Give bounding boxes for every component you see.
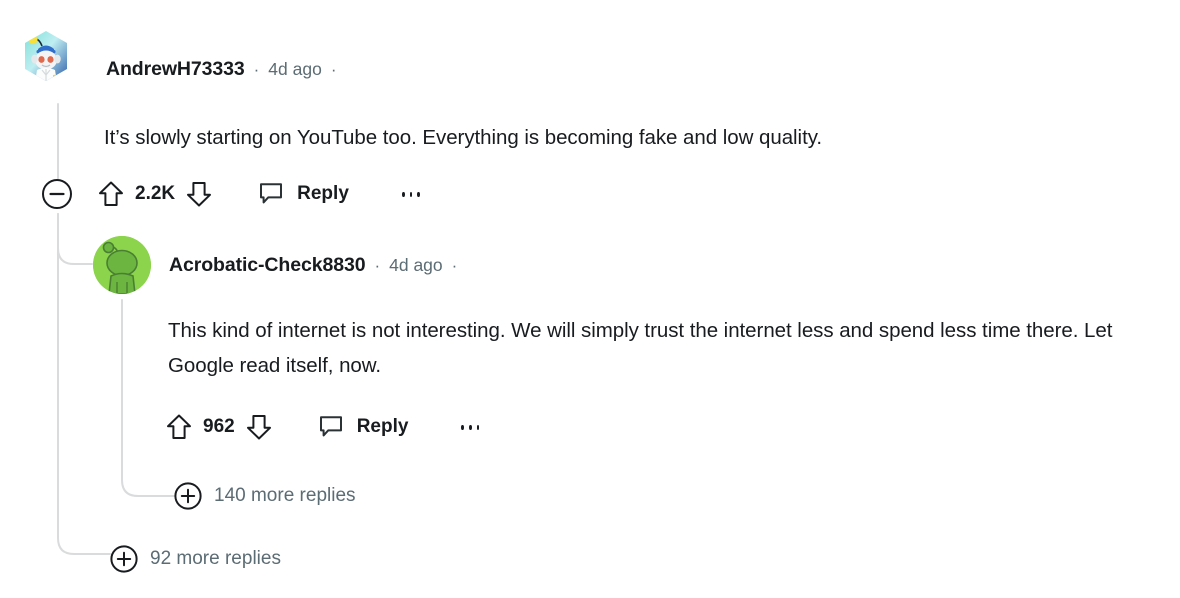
comment-2-score: 962: [203, 416, 235, 437]
comment-2-reply-button[interactable]: Reply: [318, 413, 409, 442]
comment-1-trailing-separator: ·: [330, 60, 337, 79]
comment-1-body: It’s slowly starting on YouTube too. Eve…: [104, 126, 823, 149]
comment-1-header: AndrewH73333 · 4d ago ·: [106, 58, 337, 81]
comment-2-author[interactable]: Acrobatic-Check8830: [169, 254, 366, 277]
more-replies-nested-label: 140 more replies: [214, 485, 356, 506]
ellipsis-dot: [409, 191, 413, 197]
upvote-arrow-icon[interactable]: [98, 179, 124, 209]
comment-2-trailing-separator: ·: [451, 256, 458, 275]
comment-2-reply-label: Reply: [356, 416, 409, 437]
ellipsis-dot: [401, 191, 405, 197]
comment-2-separator: ·: [374, 256, 381, 275]
avatar-snoo-green-circle[interactable]: [93, 236, 151, 294]
ellipsis-dot: [469, 424, 472, 430]
downvote-arrow-icon[interactable]: [246, 412, 272, 442]
comment-2-header: Acrobatic-Check8830 · 4d ago ·: [169, 254, 457, 277]
ellipsis-icon[interactable]: [455, 414, 485, 440]
ellipsis-dot: [476, 424, 480, 430]
comment-1-separator: ·: [253, 60, 260, 79]
comment-1-reply-button[interactable]: Reply: [258, 180, 349, 209]
more-replies-root[interactable]: 92 more replies: [110, 545, 281, 573]
plus-circle-icon: [174, 482, 202, 510]
ellipsis-dot: [461, 424, 465, 430]
comment-thread: AndrewH73333 · 4d ago · It’s slowly star…: [0, 0, 1180, 598]
avatar-snoo-doctor-hex[interactable]: [22, 30, 70, 82]
comment-1-author[interactable]: AndrewH73333: [106, 58, 245, 81]
minus-circle-icon[interactable]: [41, 178, 73, 210]
comment-1-score: 2.2K: [135, 183, 176, 204]
comment-1-timestamp: 4d ago: [268, 59, 322, 79]
ellipsis-dot: [417, 191, 420, 197]
upvote-arrow-icon[interactable]: [166, 412, 192, 442]
comment-1-action-bar: 2.2K Reply: [41, 178, 426, 210]
comment-2-timestamp: 4d ago: [389, 255, 443, 275]
speech-bubble-icon: [258, 180, 284, 209]
downvote-arrow-icon[interactable]: [186, 179, 212, 209]
speech-bubble-icon: [318, 413, 344, 442]
comment-1-reply-label: Reply: [297, 183, 349, 204]
plus-circle-icon: [110, 545, 138, 573]
more-replies-nested[interactable]: 140 more replies: [174, 482, 356, 510]
comment-2-body: This kind of internet is not interesting…: [168, 319, 1113, 377]
ellipsis-icon[interactable]: [396, 181, 426, 207]
more-replies-root-label: 92 more replies: [150, 548, 281, 569]
comment-2-action-bar: 962 Reply: [166, 412, 485, 442]
